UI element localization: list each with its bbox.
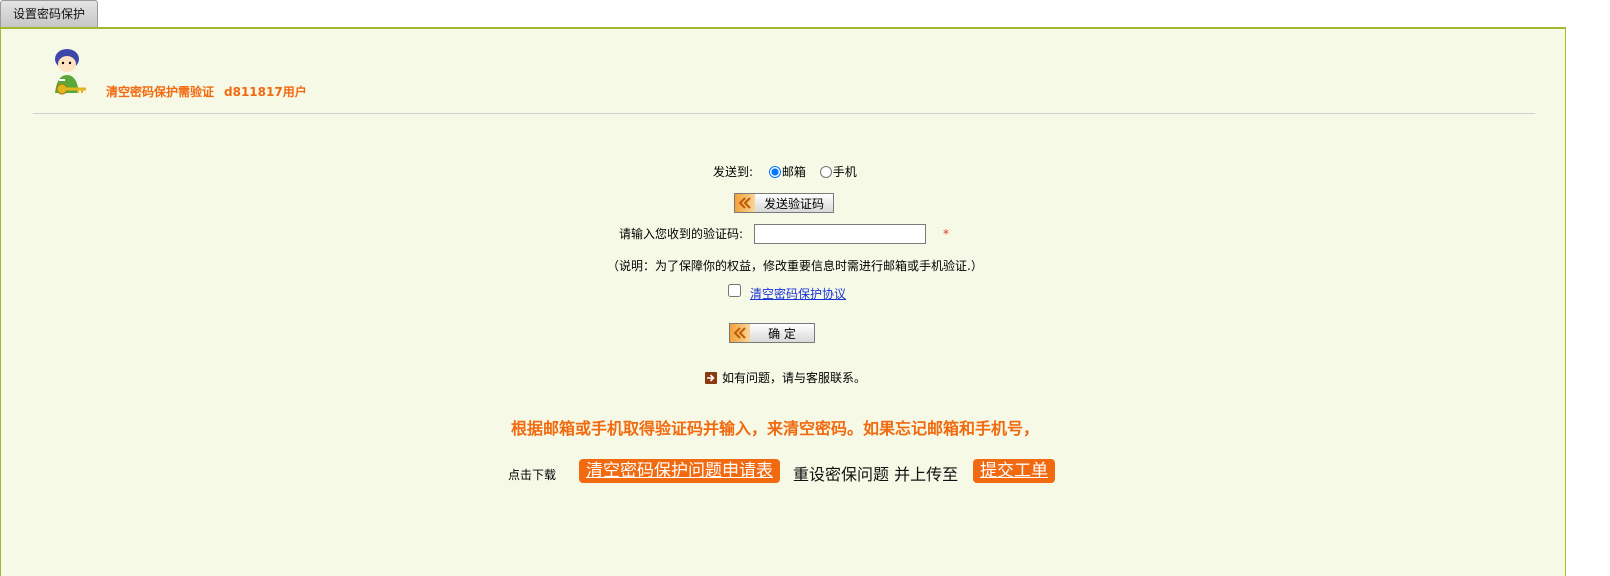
submit-ticket-link[interactable]: 提交工单 [973,459,1055,483]
user-key-icon [53,49,89,97]
confirm-label: 确 定 [768,326,796,341]
help-text: 如有问题，请与客服联系。 [722,371,867,385]
reset-instruction: 重设密保问题 并上传至 [793,465,959,484]
chevron-left-icon [730,324,750,342]
phone-radio-label[interactable]: 手机 [833,165,857,179]
required-mark: * [943,227,949,241]
send-to-row: 发送到: 邮箱 手机 [713,163,859,180]
page-title: 清空密码保护需验证 d811817用户 [106,83,307,100]
email-radio-label[interactable]: 邮箱 [782,165,806,179]
download-prefix: 点击下载 [508,468,557,482]
code-label: 请输入您收到的验证码: [619,227,744,241]
send-code-button[interactable]: 发送验证码 [734,193,834,213]
arrow-right-icon [705,371,717,384]
email-radio[interactable] [768,166,781,178]
application-form-link[interactable]: 清空密码保护问题申请表 [579,459,780,483]
divider [33,113,1535,114]
username: d811817用户 [224,85,307,99]
agreement-link[interactable]: 清空密码保护协议 [750,285,846,302]
send-code-label: 发送验证码 [763,196,824,211]
verification-code-input[interactable] [754,224,926,244]
confirm-button[interactable]: 确 定 [729,323,815,343]
note-text: （说明：为了保障你的权益，修改重要信息时需进行邮箱或手机验证.） [607,259,983,273]
tab-set-password-protection[interactable]: 设置密码保护 [0,0,98,27]
title-text: 清空密码保护需验证 [106,85,215,99]
agreement-checkbox[interactable] [728,284,741,297]
instructions-text: 根据邮箱或手机取得验证码并输入，来清空密码。如果忘记邮箱和手机号， [511,419,1040,438]
chevron-left-icon [735,194,755,212]
help-row: 如有问题，请与客服联系。 [705,369,866,386]
main-panel: 清空密码保护需验证 d811817用户 发送到: 邮箱 手机 发送验证码 请输入您… [0,27,1566,576]
phone-radio[interactable] [819,166,832,178]
send-to-label: 发送到: [713,165,754,179]
